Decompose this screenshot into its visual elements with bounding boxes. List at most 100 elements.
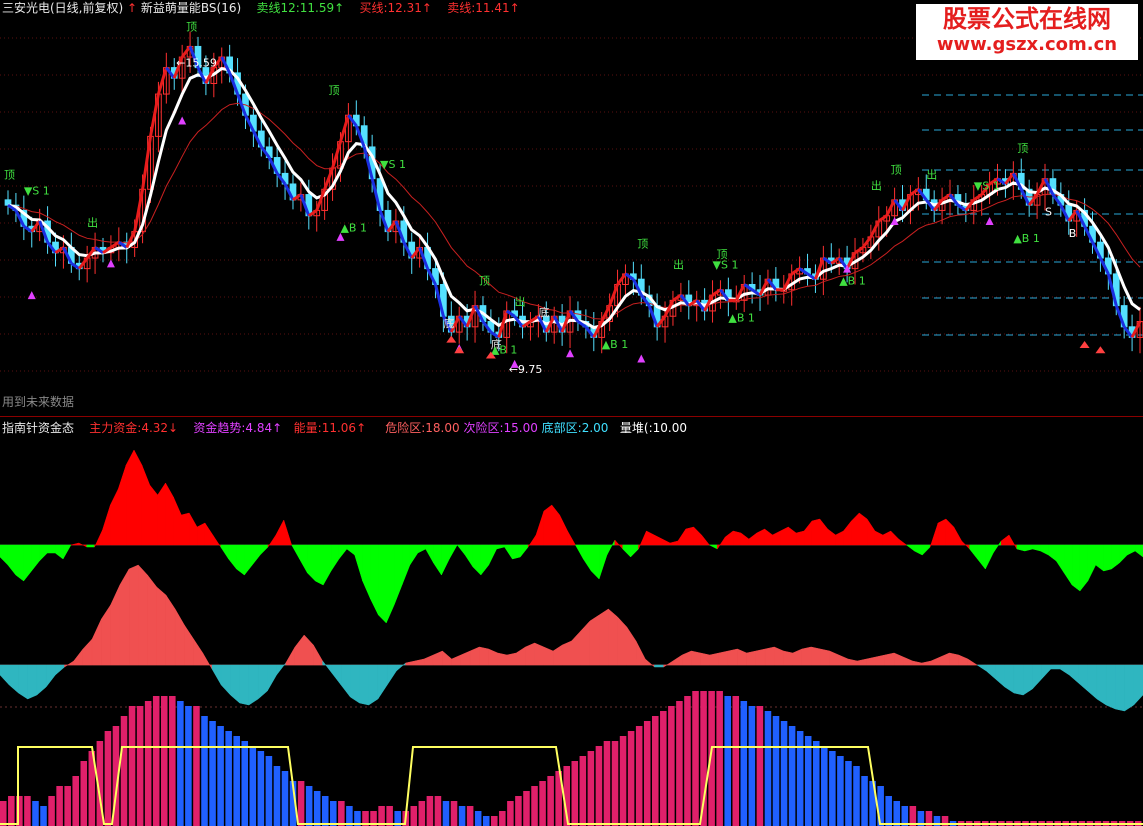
- energy-bar: [56, 786, 63, 826]
- fund-trend-positive: [552, 644, 563, 666]
- main-fund-negative: [630, 544, 639, 558]
- legend-value: 10.00: [652, 421, 687, 435]
- main-fund-negative: [1048, 544, 1057, 562]
- legend-value: 4.84: [245, 421, 273, 435]
- trend-up-segment: [711, 288, 722, 297]
- main-fund-positive: [638, 530, 647, 550]
- energy-bar: [651, 716, 659, 826]
- main-fund-positive: [961, 540, 970, 550]
- main-fund-positive: [196, 522, 206, 546]
- main-fund-negative: [259, 544, 269, 556]
- energy-bar: [458, 806, 466, 826]
- main-fund-negative: [1063, 544, 1073, 586]
- fund-trend-negative: [1133, 664, 1143, 706]
- out-signal-label: 出: [87, 215, 98, 229]
- fund-trend-negative: [1004, 664, 1015, 694]
- main-fund-negative: [922, 544, 931, 556]
- main-fund-positive: [874, 530, 884, 546]
- stock-chart-stage: ←15.59 ←9.75 顶顶顶顶顶顶顶顶底底底出出出出出 ▼S 1 ▼S 1 ▼S 1 ▼…: [0, 0, 1143, 826]
- fund-trend-negative: [27, 664, 38, 700]
- fund-trend-negative: [986, 664, 996, 680]
- energy-bar: [321, 796, 329, 826]
- energy-bar: [120, 716, 128, 826]
- trend-up-segment: [672, 293, 682, 302]
- energy-bar: [273, 766, 281, 826]
- main-fund-negative: [362, 544, 371, 600]
- main-fund-positive: [212, 534, 221, 548]
- energy-bar: [788, 726, 796, 826]
- fund-trend-positive: [303, 634, 314, 666]
- main-fund-negative: [425, 544, 434, 564]
- fund-trend-positive: [783, 650, 793, 666]
- energy-bar: [482, 816, 490, 826]
- fund-trend-positive: [119, 568, 130, 666]
- main-fund-positive: [882, 530, 892, 546]
- fund-trend-positive: [903, 656, 913, 666]
- fund-trend-positive: [912, 660, 923, 666]
- trend-up-segment: [861, 235, 873, 249]
- legend-label: 资金趋势:: [193, 421, 246, 435]
- magenta-marker: [637, 354, 646, 363]
- fund-trend-positive: [847, 658, 858, 666]
- top-signal-label: 顶: [186, 21, 197, 34]
- main-fund-positive: [701, 534, 710, 546]
- main-fund-negative: [969, 544, 978, 560]
- main-fund-negative: [464, 544, 474, 568]
- fund-trend-positive: [608, 608, 618, 666]
- fund-trend-positive: [101, 604, 111, 666]
- fund-trend-positive: [294, 634, 305, 666]
- indicator-name: 新益萌量能BS(16): [140, 1, 242, 15]
- energy-bar: [8, 796, 15, 826]
- main-fund-positive: [543, 504, 553, 546]
- energy-bar: [442, 801, 450, 826]
- energy-bar: [595, 746, 603, 826]
- main-fund-positive: [559, 514, 568, 546]
- main-fund-positive: [795, 530, 805, 546]
- main-fund-positive: [157, 482, 166, 546]
- fund-trend-positive: [930, 656, 941, 666]
- energy-bar: [201, 716, 208, 826]
- legend-value: 15.00: [503, 421, 538, 435]
- energy-bar: [474, 811, 482, 826]
- fund-trend-positive: [700, 652, 711, 666]
- trend-up-segment: [909, 188, 920, 196]
- legend-value: 18.00: [425, 421, 460, 435]
- main-fund-positive: [661, 538, 671, 546]
- main-fund-negative: [441, 544, 450, 576]
- main-fund-negative: [401, 544, 411, 586]
- main-fund-negative: [905, 544, 915, 552]
- energy-bar: [48, 796, 55, 826]
- fund-trend-positive: [110, 584, 121, 666]
- main-fund-positive: [70, 542, 80, 546]
- main-fund-negative: [393, 544, 403, 606]
- fund-trend-positive: [691, 650, 701, 666]
- main-fund-negative: [370, 544, 379, 616]
- fund-trend-positive: [718, 650, 729, 666]
- main-fund-positive: [117, 464, 127, 546]
- energy-bar: [177, 701, 184, 826]
- bottom-signal-label: 底: [538, 305, 549, 319]
- fund-trend-positive: [174, 608, 185, 666]
- magenta-marker: [985, 217, 994, 226]
- fund-trend-negative: [1041, 664, 1052, 680]
- line-label: 卖线12:: [256, 1, 300, 15]
- main-fund-negative: [480, 544, 489, 576]
- fund-trend-positive: [128, 564, 139, 666]
- fund-trend-positive: [202, 652, 213, 670]
- energy-bar: [32, 801, 39, 826]
- main-fund-positive: [149, 484, 158, 546]
- main-fund-negative: [228, 544, 237, 570]
- main-fund-negative: [488, 544, 497, 566]
- fund-trend-positive: [479, 646, 489, 666]
- legend-value: 4.32: [141, 421, 169, 435]
- main-fund-negative: [433, 544, 442, 576]
- fund-trend-negative: [386, 664, 397, 686]
- main-fund-negative: [409, 544, 419, 566]
- main-fund-negative: [330, 544, 340, 572]
- main-fund-positive: [724, 530, 734, 546]
- bs-signal-label: B: [1069, 227, 1077, 240]
- fund-trend-negative: [1078, 664, 1088, 692]
- energy-bar: [571, 761, 579, 826]
- main-fund-negative: [1032, 544, 1041, 552]
- trend-up-segment: [854, 246, 864, 255]
